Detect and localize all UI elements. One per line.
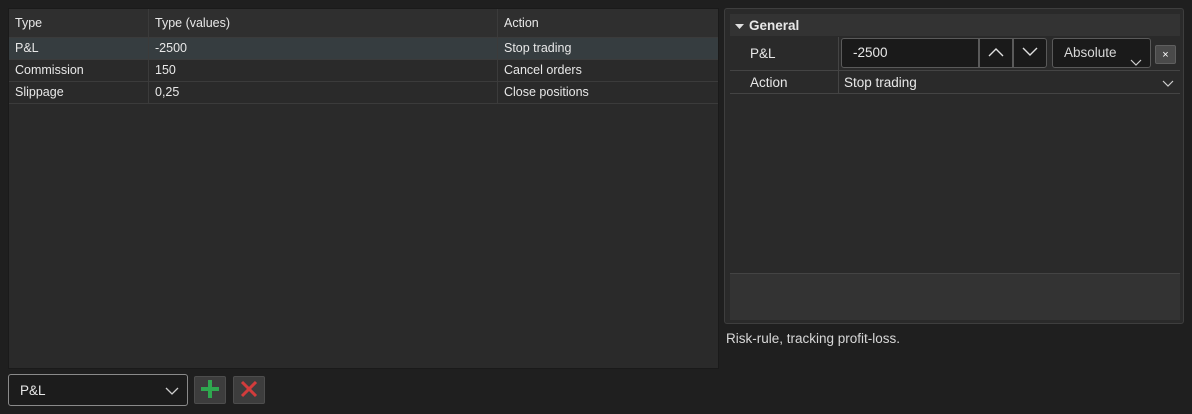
increment-button[interactable] — [979, 38, 1013, 68]
chevron-down-icon — [1022, 46, 1038, 60]
properties-panel: General P&L -2500 Absolute × Action Stop… — [724, 8, 1184, 324]
pnl-value-input[interactable]: -2500 — [841, 38, 979, 68]
remove-rule-button[interactable] — [233, 376, 265, 404]
action-value[interactable]: Stop trading — [844, 75, 917, 90]
cell-action: Close positions — [504, 85, 589, 99]
action-label: Action — [750, 75, 788, 90]
row-divider — [838, 71, 839, 93]
rule-description: Risk-rule, tracking profit-loss. — [726, 331, 901, 346]
mode-select-value: Absolute — [1064, 45, 1117, 60]
row-divider — [838, 37, 839, 70]
table-header: Type Type (values) Action — [9, 9, 718, 38]
x-icon — [240, 380, 258, 401]
chevron-up-icon — [988, 46, 1004, 60]
mode-select[interactable]: Absolute — [1052, 38, 1151, 68]
rule-type-select-value: P&L — [20, 382, 46, 398]
add-rule-button[interactable] — [194, 376, 226, 404]
decrement-button[interactable] — [1013, 38, 1047, 68]
plus-icon — [201, 379, 219, 401]
cell-value: 150 — [149, 60, 498, 81]
column-header-action[interactable]: Action — [498, 9, 718, 37]
cell-type: P&L — [9, 38, 149, 59]
property-description-box — [730, 273, 1180, 320]
chevron-down-icon — [165, 384, 179, 399]
rule-type-select[interactable]: P&L — [8, 374, 188, 406]
table-row[interactable]: Commission 150 Cancel orders — [9, 60, 718, 82]
cell-action: Stop trading — [504, 41, 572, 55]
chevron-down-icon[interactable] — [1162, 77, 1174, 91]
property-row-pnl: P&L -2500 Absolute × — [730, 37, 1180, 71]
cell-value: -2500 — [149, 38, 498, 59]
cell-action: Cancel orders — [504, 63, 582, 77]
clear-value-button[interactable]: × — [1155, 45, 1176, 64]
property-row-action: Action Stop trading — [730, 71, 1180, 94]
cell-value: 0,25 — [149, 82, 498, 103]
rules-table: Type Type (values) Action P&L -2500 Stop… — [8, 8, 719, 369]
column-header-type-values[interactable]: Type (values) — [149, 9, 498, 37]
section-title: General — [749, 17, 800, 33]
pnl-label: P&L — [750, 46, 776, 61]
table-row[interactable]: Slippage 0,25 Close positions — [9, 82, 718, 104]
column-header-type[interactable]: Type — [9, 9, 149, 37]
cell-type: Commission — [9, 60, 149, 81]
cell-type: Slippage — [9, 82, 149, 103]
collapse-triangle-icon — [735, 18, 744, 33]
table-row[interactable]: P&L -2500 Stop trading — [9, 38, 718, 60]
section-header-general[interactable]: General — [730, 14, 1180, 36]
